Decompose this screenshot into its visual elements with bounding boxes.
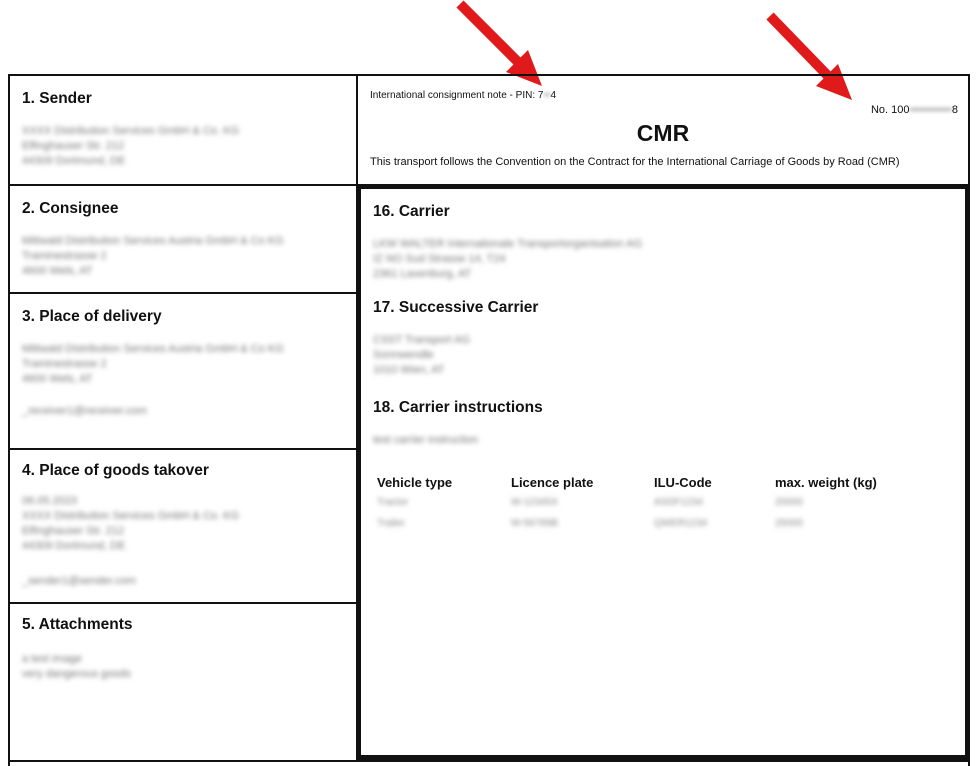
delivery-title: 3. Place of delivery [22,308,162,325]
carrier-line: LKW WALTER Internationale Transportorgan… [373,238,643,250]
carrier-instructions-title: 18. Carrier instructions [373,399,543,416]
carrier-line: IZ NO Sud Strasse 14, T24 [373,253,506,265]
sender-title: 1. Sender [22,90,92,107]
vehicle-header: max. weight (kg) [775,475,877,490]
delivery-line: Traminestrasse 2 [22,358,107,370]
cmr-description: This transport follows the Convention on… [370,156,900,168]
pin-label: International consignment note - PIN: 7 [370,90,544,101]
pin-suffix: 4 [550,90,557,101]
takeover-email: _sender1@sender.com [22,575,136,587]
takeover-title: 4. Place of goods takover [22,462,209,479]
number-suffix: 8 [951,104,958,116]
takeover-box: 4. Place of goods takover 06.05.2023 XXX… [8,448,358,604]
sender-box: 1. Sender XXXX Distribution Services Gmb… [8,74,358,186]
vehicle-cell: Trailer [377,518,405,529]
sender-line: Elfinghauser Str. 212 [22,140,125,152]
sender-line: 44309 Dortmund, DE [22,155,126,167]
consignee-line: Traminestrasse 2 [22,250,107,262]
carrier-title: 16. Carrier [373,203,450,220]
instructions-line: test carrier instruction [373,434,479,446]
bottom-box-edge [8,760,970,766]
vehicle-header: Licence plate [511,475,594,490]
delivery-email: _receiver1@receiver.com [22,405,147,417]
vehicle-cell: 20000 [775,497,803,508]
carrier-box: 16. Carrier LKW WALTER Internationale Tr… [356,184,970,760]
header-box: International consignment note - PIN: 7•… [356,74,970,186]
consignee-box: 2. Consignee Mittwald Distribution Servi… [8,184,358,294]
attachments-line: very dangerous goods [22,668,131,680]
consignment-number: No. 100•••••••••••8 [871,104,958,116]
attachments-line: a test image [22,653,82,665]
number-masked: ••••••••••• [909,104,952,116]
consignee-title: 2. Consignee [22,200,119,217]
successive-line: 1010 Wien, AT [373,364,445,376]
takeover-line: XXXX Distribution Services GmbH & Co. KG [22,510,240,522]
delivery-box: 3. Place of delivery Mittwald Distributi… [8,292,358,450]
takeover-line: 44309 Dortmund, DE [22,540,126,552]
delivery-line: 4600 Wels, AT [22,373,93,385]
number-prefix: No. 100 [870,104,910,116]
vehicle-cell: W-12345X [511,497,559,508]
attachments-title: 5. Attachments [22,616,133,633]
vehicle-header: ILU-Code [654,475,712,490]
takeover-line: Elfinghauser Str. 212 [22,525,125,537]
vehicle-cell: QWER1234 [654,518,708,529]
attachments-box: 5. Attachments a test image very dangero… [8,602,358,762]
consignee-line: 4600 Wels, AT [22,265,93,277]
vehicle-cell: ASDF1234 [654,497,703,508]
sender-line: XXXX Distribution Services GmbH & Co. KG [22,125,240,137]
pin-masked: •• [543,90,551,101]
successive-line: Sonnwendle [373,349,434,361]
delivery-line: Mittwald Distribution Services Austria G… [22,343,284,355]
vehicle-cell: W-56789B [511,518,559,529]
carrier-line: 2361 Laxenburg, AT [373,268,472,280]
consignee-line: Mittwald Distribution Services Austria G… [22,235,284,247]
vehicle-cell: 25000 [775,518,803,529]
vehicle-header: Vehicle type [377,475,453,490]
vehicle-cell: Tractor [377,497,409,508]
pin-line: International consignment note - PIN: 7•… [370,90,556,101]
cmr-title: CMR [636,120,690,146]
successive-line: CSST Transport AG [373,334,471,346]
successive-carrier-title: 17. Successive Carrier [373,299,539,316]
takeover-line: 06.05.2023 [22,495,78,507]
